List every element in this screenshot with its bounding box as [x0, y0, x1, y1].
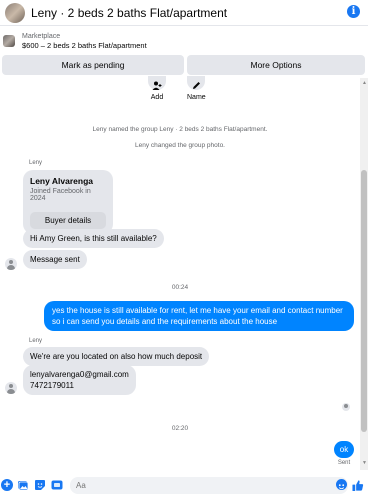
marketplace-listing[interactable]: Marketplace $600 – 2 beds 2 baths Flat/a… — [0, 30, 368, 52]
info-icon[interactable]: i — [347, 5, 360, 18]
pencil-icon — [187, 76, 206, 90]
message-input[interactable] — [70, 477, 348, 494]
user-avatar-icon — [5, 258, 17, 270]
incoming-message[interactable]: Message sent — [23, 250, 87, 269]
message-composer: + — [0, 474, 368, 496]
timestamp: 00:24 — [171, 284, 189, 291]
message-status: Sent — [337, 460, 351, 466]
timestamp: 02:20 — [171, 425, 189, 432]
message-list[interactable]: Add Name Leny named the group Leny · 2 b… — [0, 76, 368, 470]
gif-icon[interactable] — [51, 479, 63, 491]
listing-actions: Mark as pending More Options — [0, 55, 368, 75]
emoji-icon[interactable] — [336, 479, 347, 490]
name-label: Name — [187, 94, 206, 101]
incoming-message[interactable]: Hi Amy Green, is this still available? — [23, 229, 164, 248]
listing-thumbnail — [3, 35, 15, 47]
gallery-icon[interactable] — [17, 479, 29, 491]
system-message: Leny changed the group photo. — [135, 142, 225, 149]
sender-name: Leny — [29, 338, 43, 344]
conversation-header: Leny · 2 beds 2 baths Flat/apartment i — [0, 0, 368, 26]
sender-name: Leny — [29, 160, 43, 166]
marketplace-label: Marketplace — [22, 32, 61, 40]
add-label: Add — [150, 94, 164, 101]
add-member-action[interactable]: Add — [148, 76, 166, 101]
conversation-title[interactable]: Leny · 2 beds 2 baths Flat/apartment — [31, 6, 227, 20]
outgoing-message[interactable]: yes the house is still available for ren… — [44, 301, 354, 331]
user-avatar-icon — [5, 382, 17, 394]
profile-joined: Joined Facebook in 2024 — [30, 188, 91, 202]
listing-title: $600 – 2 beds 2 baths Flat/apartment — [22, 40, 147, 50]
thumbs-up-icon[interactable] — [352, 479, 364, 491]
profile-card: Leny Alvarenga Joined Facebook in 2024 B… — [23, 170, 113, 234]
message-line: 7472179011 — [30, 381, 74, 390]
sticker-icon[interactable] — [34, 479, 46, 491]
name-group-action[interactable]: Name — [187, 76, 206, 101]
seen-avatar-icon — [342, 403, 350, 411]
incoming-message[interactable]: lenyalvarenga0@gmail.com 7472179011 — [23, 365, 136, 395]
system-message: Leny named the group Leny · 2 beds 2 bat… — [92, 126, 268, 133]
buyer-details-button[interactable]: Buyer details — [30, 212, 106, 229]
mark-as-pending-button[interactable]: Mark as pending — [2, 55, 184, 75]
add-person-icon — [148, 76, 166, 90]
incoming-message[interactable]: We're are you located on also how much d… — [23, 347, 210, 366]
more-options-button[interactable]: More Options — [187, 55, 365, 75]
outgoing-message[interactable]: ok — [334, 441, 354, 458]
plus-icon[interactable]: + — [1, 479, 13, 491]
profile-name: Leny Alvarenga — [30, 176, 93, 186]
group-avatar[interactable] — [5, 2, 25, 23]
message-line: lenyalvarenga0@gmail.com — [30, 370, 129, 379]
